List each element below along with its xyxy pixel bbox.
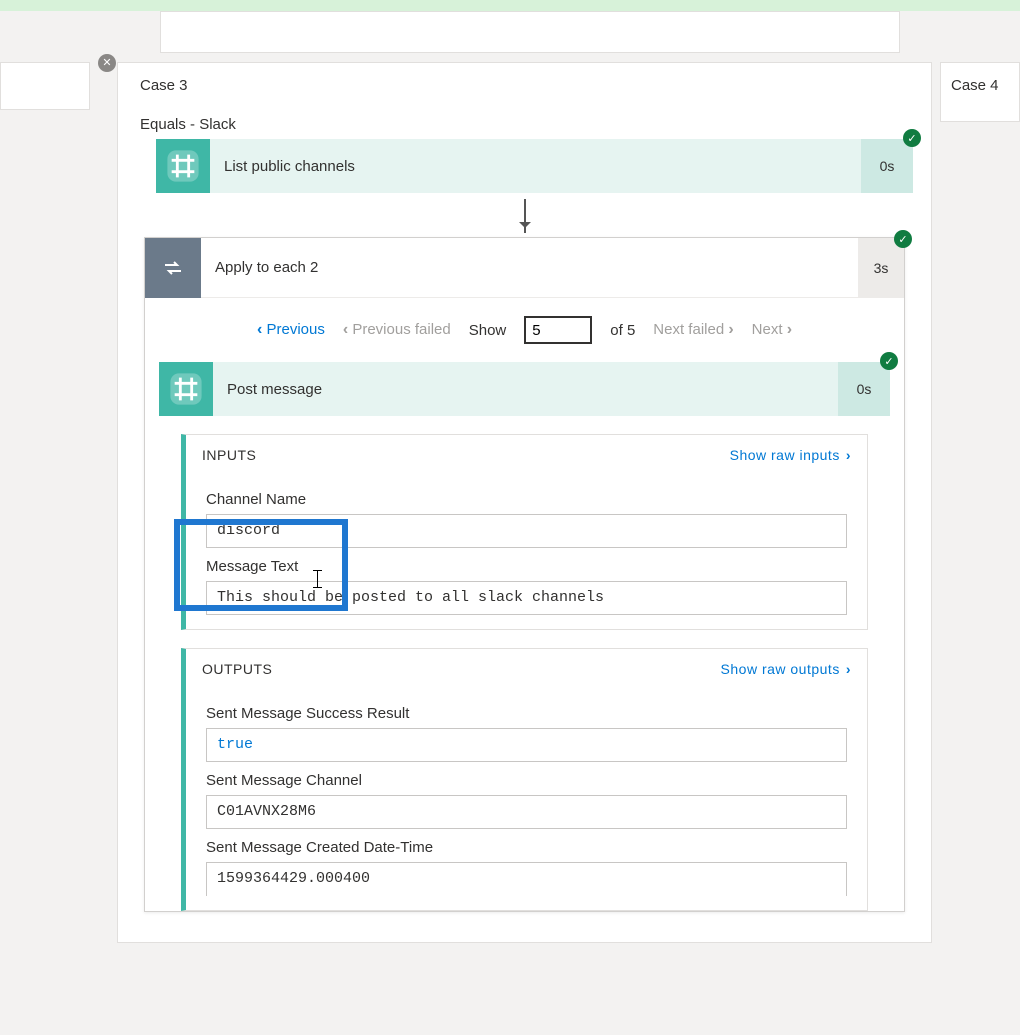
chevron-right-icon: ›	[846, 661, 851, 677]
inputs-panel: INPUTS Show raw inputs › Channel Name di…	[181, 434, 868, 630]
chevron-left-icon: ‹	[343, 321, 348, 338]
pager-total: of 5	[610, 322, 635, 339]
sent-channel-label: Sent Message Channel	[206, 772, 847, 789]
next-case-label: Case 4	[951, 77, 999, 94]
action-label: List public channels	[210, 158, 861, 175]
prior-card-placeholder	[160, 11, 900, 53]
inputs-title: INPUTS	[202, 447, 256, 463]
pager-previous-failed[interactable]: ‹ Previous failed	[343, 321, 451, 339]
channel-name-label: Channel Name	[206, 491, 847, 508]
connector-arrow-icon	[524, 199, 526, 233]
text-cursor-icon	[317, 570, 318, 588]
sent-channel-value[interactable]: C01AVNX28M6	[206, 795, 847, 829]
action-post-message-wrap: Post message 0s ✓	[159, 362, 890, 416]
pager-index-input[interactable]	[524, 316, 592, 344]
loop-label: Apply to each 2	[201, 259, 858, 276]
action-duration: 0s	[838, 362, 890, 416]
pager-show-label: Show	[469, 322, 507, 339]
chevron-right-icon: ›	[728, 321, 733, 338]
prev-case-card[interactable]	[0, 62, 90, 110]
message-text-label: Message Text	[206, 558, 847, 575]
action-post-message[interactable]: Post message 0s ✓	[159, 362, 890, 416]
show-raw-outputs-button[interactable]: Show raw outputs ›	[721, 661, 851, 677]
case-card: Case 3 Equals - Slack List public channe…	[117, 62, 932, 943]
slack-icon	[159, 362, 213, 416]
pager-next-failed[interactable]: Next failed ›	[653, 321, 733, 339]
chevron-left-icon: ‹	[257, 321, 262, 338]
outputs-title: OUTPUTS	[202, 661, 272, 677]
success-check-icon: ✓	[903, 129, 921, 147]
action-list-channels[interactable]: List public channels 0s ✓	[156, 139, 913, 193]
condition-label: Equals - Slack	[118, 104, 931, 139]
action-duration: 0s	[861, 139, 913, 193]
loop-card: ✓ Apply to each 2 3s ‹ Previous ‹ Previo…	[144, 237, 905, 912]
channel-name-value[interactable]: discord	[206, 514, 847, 548]
pager-next[interactable]: Next ›	[752, 321, 792, 339]
success-check-icon: ✓	[880, 352, 898, 370]
created-time-value[interactable]: 1599364429.000400	[206, 862, 847, 896]
chevron-right-icon: ›	[846, 447, 851, 463]
message-text-value[interactable]: This should be posted to all slack chann…	[206, 581, 847, 615]
loop-header[interactable]: Apply to each 2 3s	[145, 238, 904, 298]
loop-icon	[145, 238, 201, 298]
pager-previous[interactable]: ‹ Previous	[257, 321, 325, 339]
show-raw-inputs-button[interactable]: Show raw inputs ›	[730, 447, 851, 463]
action-label: Post message	[213, 381, 838, 398]
success-result-label: Sent Message Success Result	[206, 705, 847, 722]
case-title: Case 3	[118, 63, 931, 104]
top-banner	[0, 0, 1020, 11]
loop-duration: 3s	[858, 238, 904, 297]
iteration-pager: ‹ Previous ‹ Previous failed Show of 5 N…	[145, 298, 904, 362]
next-case-card[interactable]: Case 4	[940, 62, 1020, 122]
success-result-value[interactable]: true	[206, 728, 847, 762]
slack-icon	[156, 139, 210, 193]
created-time-label: Sent Message Created Date-Time	[206, 839, 847, 856]
close-icon[interactable]: ✕	[98, 54, 116, 72]
outputs-panel: OUTPUTS Show raw outputs › Sent Message …	[181, 648, 868, 911]
chevron-right-icon: ›	[787, 321, 792, 338]
success-check-icon: ✓	[894, 230, 912, 248]
